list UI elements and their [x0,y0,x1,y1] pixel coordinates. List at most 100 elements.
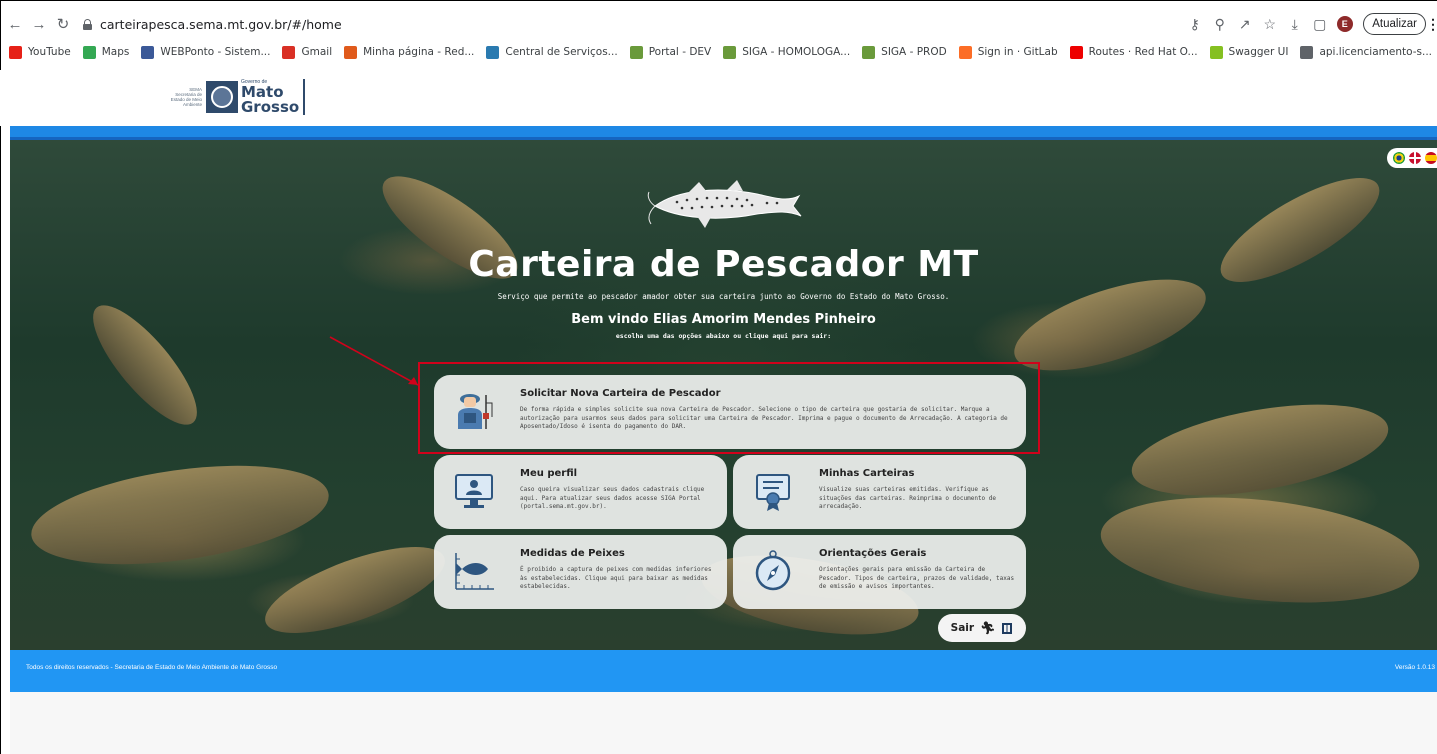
card-title: Solicitar Nova Carteira de Pescador [520,388,721,399]
fish-decoration [1125,388,1395,512]
bookmark-label: YouTube [28,46,71,58]
annotation-arrow-icon [329,336,419,386]
bookmark-favicon-icon [344,45,358,59]
bookmark-favicon-icon [1069,45,1083,59]
card-title: Minhas Carteiras [819,468,915,479]
sidepanel-icon[interactable]: ▢ [1309,13,1331,35]
flag-uk-icon[interactable] [1409,152,1421,164]
certificate-icon [756,474,790,511]
language-selector [1387,148,1437,168]
bookmark-label: Routes · Red Hat O... [1088,46,1198,58]
bookmark-favicon-icon [958,45,972,59]
card-meu-perfil[interactable]: Meu perfil Caso queira visualizar seus d… [434,455,727,529]
bookmark-item[interactable]: api.licenciamento-s... [1300,45,1433,59]
bookmark-label: Swagger UI [1228,46,1289,58]
card-minhas-carteiras[interactable]: Minhas Carteiras Visualize suas carteira… [733,455,1026,529]
hero-section: Carteira de Pescador MT Serviço que perm… [10,140,1437,650]
zoom-icon[interactable]: ⚲ [1209,13,1231,35]
menu-dots-icon[interactable]: ⋮ [1426,16,1437,33]
update-button[interactable]: Atualizar [1363,13,1426,35]
card-description: Visualize suas carteiras emitidas. Verif… [819,486,997,511]
bookmark-label: Minha página - Red... [363,46,475,58]
page-subtitle: Serviço que permite ao pescador amador o… [497,292,950,301]
logo-divider [303,79,306,115]
fish-decoration [255,529,455,650]
bookmark-item[interactable]: Minha página - Red... [344,45,475,59]
reload-icon[interactable]: ↻ [53,14,73,34]
bookmark-item[interactable]: Swagger UI [1209,45,1289,59]
lock-icon [83,18,92,30]
site-header: SEMA Secretaria de Estado de Meio Ambien… [0,70,1437,126]
bookmark-item[interactable]: Maps [82,45,130,59]
page-title: Carteira de Pescador MT [468,244,979,285]
card-solicitar-carteira[interactable]: Solicitar Nova Carteira de Pescador De f… [434,375,1026,449]
page-bottom-area [10,692,1437,754]
choose-option-link[interactable]: escolha uma das opções abaixo ou clique … [10,332,1437,340]
bookmark-favicon-icon [9,45,22,59]
bookmark-label: Portal - DEV [648,46,712,58]
flag-brazil-icon[interactable] [1393,152,1405,164]
share-icon[interactable]: ↗ [1234,13,1256,35]
sair-label: Sair [950,622,975,634]
bookmark-item[interactable]: WEBPonto - Sistem... [141,45,271,59]
bookmark-item[interactable]: SIGA - HOMOLOGA... [723,45,851,59]
back-arrow-icon[interactable]: ← [5,14,25,34]
compass-icon [755,550,791,591]
card-description: Orientações gerais para emissão da Carte… [819,566,1015,591]
download-icon[interactable]: ⤓ [1284,13,1306,35]
bookmark-label: Gmail [301,46,333,58]
bookmark-label: WEBPonto - Sistem... [160,46,271,58]
bookmark-label: Sign in · GitLab [977,46,1058,58]
bookmark-favicon-icon [486,45,500,59]
welcome-text: Bem vindo Elias Amorim Mendes Pinheiro [571,312,876,327]
profile-button[interactable]: E [1334,13,1356,35]
bookmark-label: SIGA - HOMOLOGA... [742,46,851,58]
forward-arrow-icon[interactable]: → [29,14,49,34]
fish-ruler-icon [455,553,494,590]
star-icon[interactable]: ☆ [1259,13,1281,35]
bookmark-favicon-icon [82,45,96,59]
sema-logo[interactable]: SEMA Secretaria de Estado de Meio Ambien… [168,78,306,116]
running-man-icon: 🏃︎ [980,621,996,635]
bookmark-favicon-icon [862,45,876,59]
site-footer: Todos os direitos reservados - Secretari… [10,650,1437,692]
card-title: Orientações Gerais [819,548,927,559]
bookmarks-bar: YouTube Maps WEBPonto - Sistem... Gmail Minh… [1,41,1437,63]
bookmark-item[interactable]: Portal - DEV [629,45,712,59]
bookmark-item[interactable]: YouTube [9,45,71,59]
sair-button[interactable]: Sair 🏃︎ [938,614,1026,642]
fish-decoration [1095,483,1425,617]
avatar: E [1336,16,1353,32]
fish-decoration [25,449,335,581]
bookmark-favicon-icon [723,45,737,59]
card-orientacoes-gerais[interactable]: Orientações Gerais Orientações gerais pa… [733,535,1026,609]
bookmark-favicon-icon [1300,45,1314,59]
bookmark-item[interactable]: Central de Serviços... [486,45,618,59]
bookmark-item[interactable]: SIGA - PROD [862,45,947,59]
crest-icon [206,81,238,113]
bookmark-item[interactable]: Gmail [282,45,333,59]
browser-toolbar: ← → ↻ carteirapesca.sema.mt.gov.br/#/hom… [1,9,1437,39]
flag-spain-icon[interactable] [1425,152,1437,164]
bookmark-item[interactable]: Routes · Red Hat O... [1069,45,1198,59]
bookmark-item[interactable]: Sign in · GitLab [958,45,1058,59]
bookmark-favicon-icon [282,45,296,59]
door-icon [1002,623,1013,634]
fisherman-icon [458,394,493,429]
footer-version: Versão 1.0.13 [1394,664,1435,671]
sema-logo-text: SEMA Secretaria de Estado de Meio Ambien… [170,87,202,107]
logo-grosso-text: Grosso [241,97,300,116]
card-medidas-peixes[interactable]: Medidas de Peixes É proibido a captura d… [434,535,727,609]
bookmark-favicon-icon [629,45,643,59]
bookmark-favicon-icon [141,45,155,59]
bookmark-favicon-icon [1209,45,1223,59]
monitor-user-icon [455,474,493,508]
key-icon[interactable]: ⚷ [1184,13,1206,35]
address-bar[interactable]: carteirapesca.sema.mt.gov.br/#/home [83,14,342,34]
footer-copyright: Todos os direitos reservados - Secretari… [26,664,278,671]
card-title: Meu perfil [520,468,578,479]
card-description: É proibido a captura de peixes com medid… [520,566,712,591]
catfish-logo-icon [647,180,802,228]
bookmark-label: Maps [101,46,130,58]
bookmark-label: api.licenciamento-s... [1319,46,1433,58]
